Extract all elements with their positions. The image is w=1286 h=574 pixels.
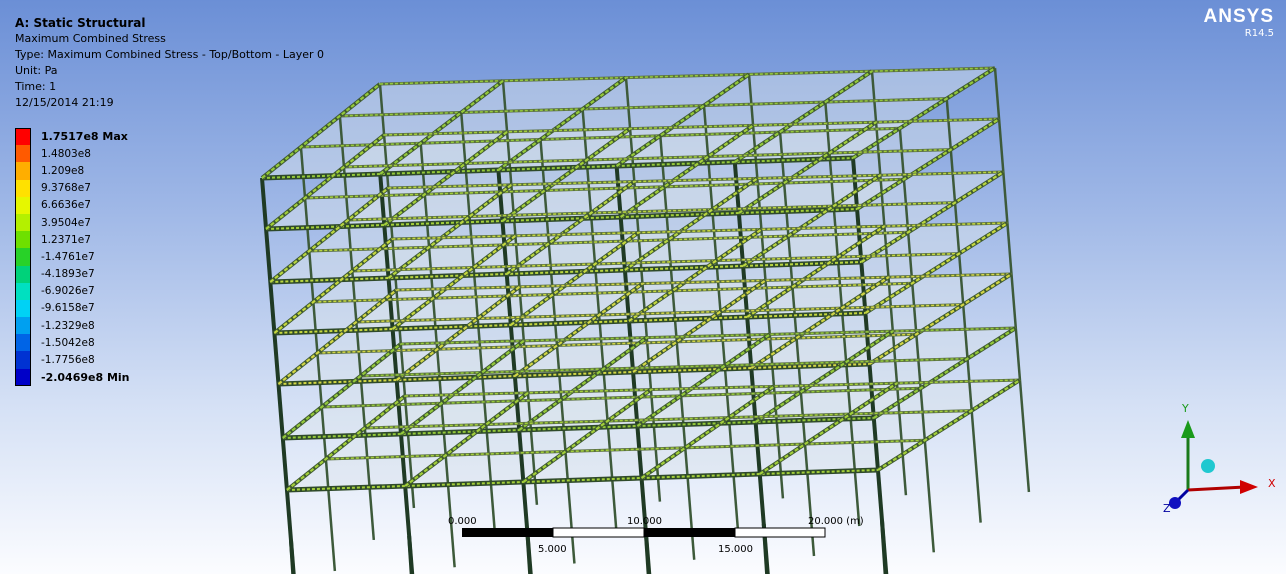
- x-axis-arrow: [1240, 480, 1258, 494]
- y-axis-arrow: [1181, 420, 1195, 438]
- z-axis-label: Z: [1163, 502, 1171, 515]
- y-axis-label: Y: [1181, 402, 1189, 415]
- z-axis-ball: [1169, 497, 1181, 509]
- x-axis-line: [1187, 485, 1246, 492]
- isometric-view-ball[interactable]: [1201, 459, 1215, 473]
- axis-triad[interactable]: Y X Z: [0, 0, 1286, 574]
- x-axis-label: X: [1268, 477, 1276, 490]
